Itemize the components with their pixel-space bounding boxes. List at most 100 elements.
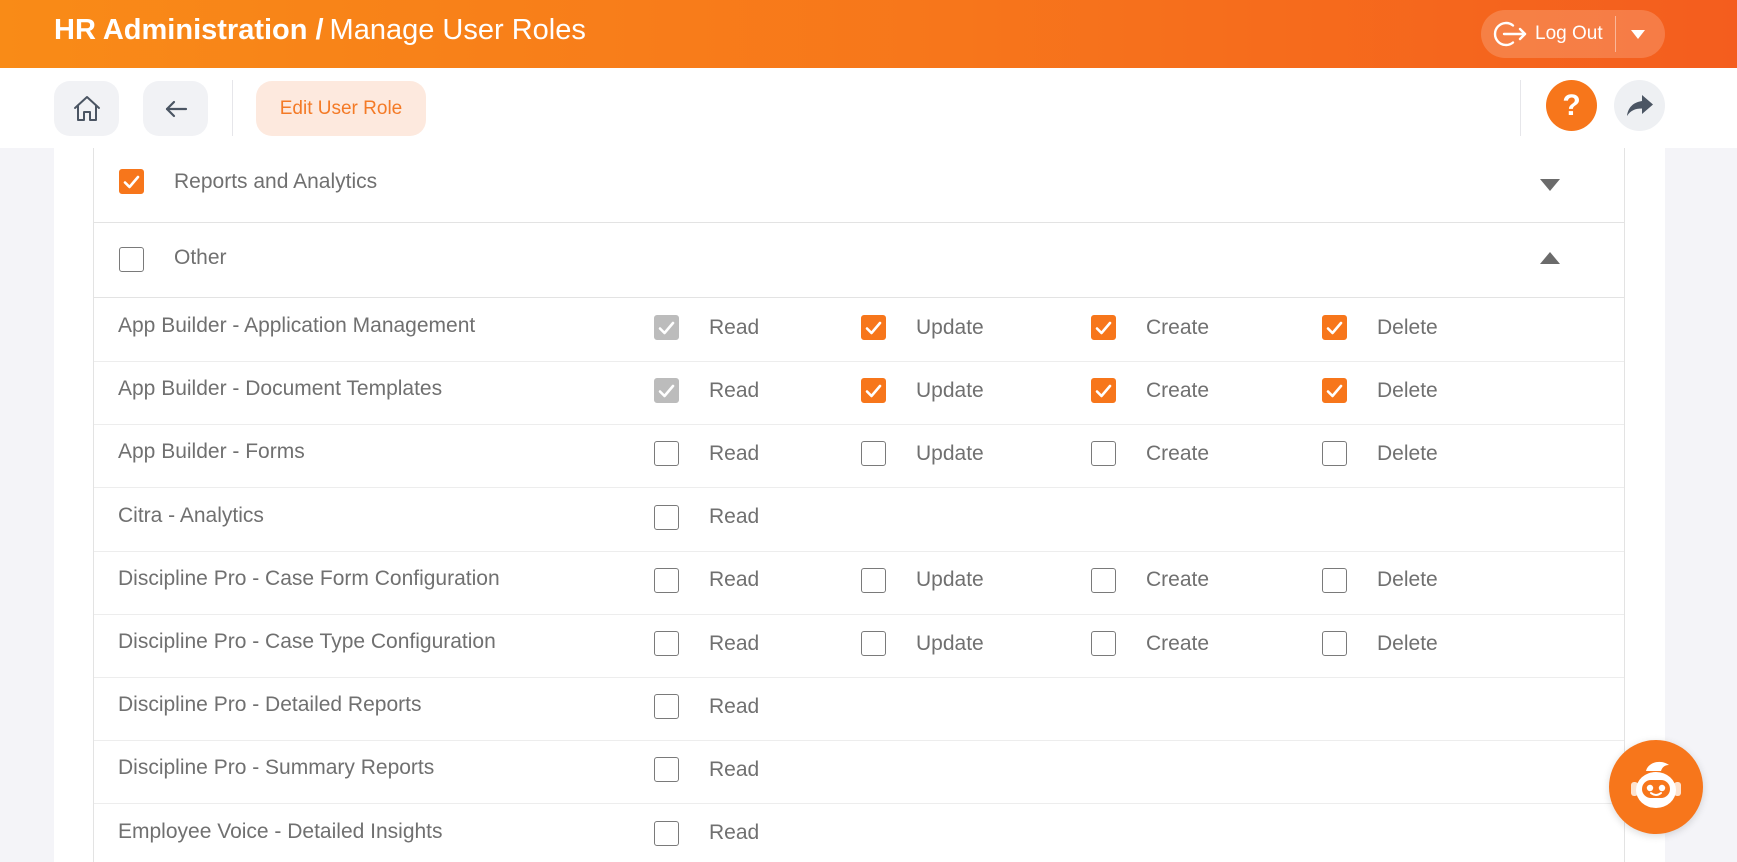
create-checkbox[interactable] xyxy=(1091,441,1116,467)
read-checkbox xyxy=(654,315,679,340)
permission-name: App Builder - Application Management xyxy=(118,314,476,337)
toolbar: Edit User Role ? xyxy=(0,68,1737,148)
section-title: HR Administration xyxy=(54,14,308,46)
update-label: Update xyxy=(916,441,984,465)
permission-row: Discipline Pro - Case Form Configuration… xyxy=(94,551,1624,615)
delete-checkbox[interactable] xyxy=(1322,315,1347,340)
update-checkbox[interactable] xyxy=(861,378,886,404)
create-label: Create xyxy=(1146,441,1210,465)
read-checkbox xyxy=(654,378,679,404)
chevron-down-icon[interactable] xyxy=(1540,179,1560,191)
group-label: Reports and Analytics xyxy=(174,170,378,193)
home-icon xyxy=(73,95,100,121)
read-label: Read xyxy=(709,821,760,845)
permission-row: Discipline Pro - Detailed Reports Read xyxy=(94,677,1624,742)
home-button[interactable] xyxy=(54,81,119,136)
group-checkbox-other[interactable] xyxy=(119,247,144,272)
read-label: Read xyxy=(709,505,760,529)
create-permission: Create xyxy=(1091,567,1210,593)
read-permission: Read xyxy=(654,315,759,340)
read-checkbox[interactable] xyxy=(654,441,679,467)
create-label: Create xyxy=(1146,631,1210,655)
read-label: Read xyxy=(709,631,760,655)
create-checkbox[interactable] xyxy=(1091,378,1116,404)
permission-name: App Builder - Document Templates xyxy=(118,377,443,401)
read-label: Read xyxy=(709,757,760,781)
update-permission: Update xyxy=(861,567,984,593)
update-label: Update xyxy=(916,315,984,339)
update-checkbox[interactable] xyxy=(861,567,886,593)
create-checkbox[interactable] xyxy=(1091,631,1116,656)
edit-user-role-button[interactable]: Edit User Role xyxy=(256,81,426,136)
permissions-panel: Reports and Analytics Other App Builder … xyxy=(93,148,1625,862)
check-icon xyxy=(123,175,140,188)
read-permission: Read xyxy=(654,567,759,593)
permission-name: Discipline Pro - Detailed Reports xyxy=(118,693,422,717)
delete-label: Delete xyxy=(1377,631,1438,655)
create-permission: Create xyxy=(1091,631,1209,656)
create-checkbox[interactable] xyxy=(1091,567,1116,593)
account-menu-toggle[interactable] xyxy=(1616,10,1660,58)
permission-name: Discipline Pro - Case Type Configuration xyxy=(118,630,496,653)
group-reports-and-analytics: Reports and Analytics xyxy=(94,148,1624,223)
delete-label: Delete xyxy=(1377,315,1438,339)
read-checkbox[interactable] xyxy=(654,504,679,530)
toolbar-divider-right xyxy=(1520,80,1521,136)
chevron-down-icon xyxy=(1630,29,1645,39)
share-icon xyxy=(1626,94,1653,116)
read-label: Read xyxy=(709,441,760,465)
check-icon xyxy=(658,321,675,334)
delete-checkbox[interactable] xyxy=(1322,441,1347,467)
back-button[interactable] xyxy=(143,81,208,136)
read-checkbox[interactable] xyxy=(654,820,679,846)
read-permission: Read xyxy=(654,694,760,720)
delete-permission: Delete xyxy=(1322,315,1438,340)
assistant-bot-button[interactable] xyxy=(1609,740,1703,834)
permission-row: App Builder - Document Templates Read Upda… xyxy=(94,361,1624,426)
logout-icon xyxy=(1493,21,1527,47)
delete-permission: Delete xyxy=(1322,378,1438,404)
create-permission: Create xyxy=(1091,441,1210,467)
create-label: Create xyxy=(1146,568,1210,592)
group-checkbox-reports-and-analytics[interactable] xyxy=(119,169,144,194)
check-icon xyxy=(1095,321,1112,334)
update-permission: Update xyxy=(861,315,984,340)
update-label: Update xyxy=(916,631,984,655)
update-label: Update xyxy=(916,378,984,402)
logout-button[interactable]: Log Out xyxy=(1481,10,1615,58)
help-button[interactable]: ? xyxy=(1546,80,1597,131)
group-label: Other xyxy=(174,246,227,269)
read-label: Read xyxy=(709,315,760,339)
help-icon: ? xyxy=(1562,88,1581,122)
delete-checkbox[interactable] xyxy=(1322,631,1347,656)
permission-row: Discipline Pro - Case Type Configuration… xyxy=(94,614,1624,678)
back-arrow-icon xyxy=(165,100,187,117)
read-checkbox[interactable] xyxy=(654,694,679,720)
update-checkbox[interactable] xyxy=(861,631,886,656)
app-header: HR Administration / Manage User Roles Log … xyxy=(0,0,1737,68)
chevron-up-icon[interactable] xyxy=(1540,252,1560,264)
toolbar-divider xyxy=(232,80,233,136)
update-checkbox[interactable] xyxy=(861,441,886,467)
create-checkbox[interactable] xyxy=(1091,315,1116,340)
logout-label: Log Out xyxy=(1535,23,1603,44)
permission-row: App Builder - Forms Read Update Create Delet… xyxy=(94,424,1624,489)
update-permission: Update xyxy=(861,441,984,467)
permission-row: Employee Voice - Detailed Insights Read xyxy=(94,804,1624,862)
share-button[interactable] xyxy=(1614,80,1665,131)
delete-label: Delete xyxy=(1377,568,1438,592)
update-checkbox[interactable] xyxy=(861,315,886,340)
permission-row: App Builder - Application Management Read… xyxy=(94,298,1624,362)
assistant-bot-icon xyxy=(1631,761,1681,808)
delete-checkbox[interactable] xyxy=(1322,378,1347,404)
check-icon xyxy=(658,384,675,397)
create-permission: Create xyxy=(1091,378,1209,404)
permission-name: Employee Voice - Detailed Insights xyxy=(118,819,443,843)
delete-checkbox[interactable] xyxy=(1322,567,1347,593)
read-checkbox[interactable] xyxy=(654,757,679,783)
delete-permission: Delete xyxy=(1322,441,1438,467)
read-checkbox[interactable] xyxy=(654,567,679,593)
read-permission: Read xyxy=(654,378,759,404)
read-checkbox[interactable] xyxy=(654,631,679,656)
read-label: Read xyxy=(709,694,760,718)
